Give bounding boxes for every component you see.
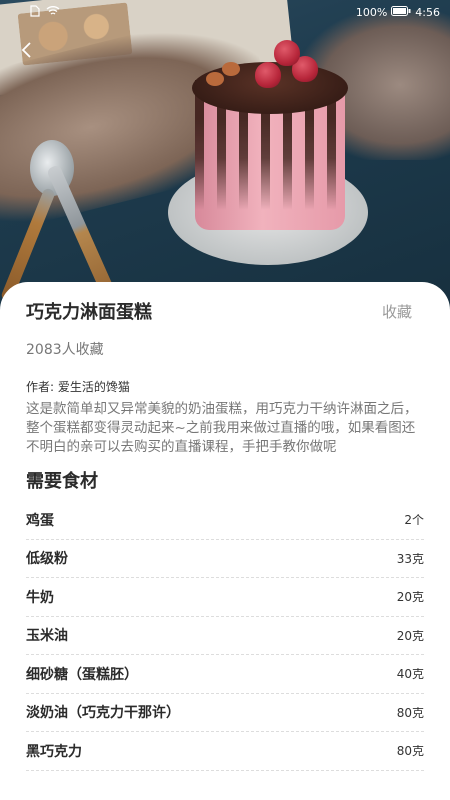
favorite-button[interactable]: 收藏: [382, 301, 412, 322]
ingredient-name: 细砂糖（蛋糕胚）: [26, 666, 138, 683]
battery-icon: [391, 5, 411, 19]
candy-decoration: [274, 40, 300, 66]
candy-decoration: [255, 62, 281, 88]
ingredient-row: 玉米油 20克: [26, 617, 424, 655]
ingredient-amount: 33克: [396, 551, 424, 566]
ingredient-name: 鸡蛋: [26, 512, 54, 529]
ingredient-row: 黑巧克力 80克: [26, 732, 424, 771]
recipe-author: 作者: 爱生活的馋猫: [26, 380, 130, 394]
ingredient-row: 鸡蛋 2个: [26, 501, 424, 540]
sim-card-icon: [30, 4, 40, 20]
back-button[interactable]: [14, 40, 38, 64]
ingredient-name: 淡奶油（巧克力干那许）: [26, 705, 180, 722]
recipe-title: 巧克力淋面蛋糕: [26, 302, 152, 323]
ingredient-name: 牛奶: [26, 589, 54, 606]
hero-image: [0, 0, 450, 310]
nut-decoration: [206, 72, 224, 86]
ingredients-heading: 需要食材: [26, 471, 98, 492]
back-arrow-icon: [20, 41, 32, 63]
recipe-detail-sheet: 巧克力淋面蛋糕 收藏 2083人收藏 作者: 爱生活的馋猫 这是款简单却又异常美…: [0, 282, 450, 800]
ingredient-row: 牛奶 20克: [26, 578, 424, 617]
ingredient-name: 黑巧克力: [26, 743, 82, 760]
ingredient-amount: 20克: [396, 628, 424, 643]
status-bar: 100% 4:56: [0, 0, 450, 24]
favorite-count: 2083人收藏: [26, 342, 104, 358]
ingredient-amount: 80克: [396, 744, 424, 759]
title-row: 巧克力淋面蛋糕 收藏: [26, 282, 424, 342]
battery-percent: 100%: [355, 5, 388, 19]
recipe-description: 这是款简单却又异常美貌的奶油蛋糕，用巧克力干纳许淋面之后，整个蛋糕都变得灵动起来…: [26, 401, 418, 455]
nut-decoration: [222, 62, 240, 76]
status-time: 4:56: [415, 5, 440, 19]
ingredient-list: 鸡蛋 2个 低级粉 33克 牛奶 20克 玉米油 20克 细砂糖（蛋糕胚） 40…: [26, 501, 424, 771]
ingredient-row: 淡奶油（巧克力干那许） 80克: [26, 694, 424, 732]
ingredient-amount: 20克: [396, 590, 424, 605]
ingredient-amount: 40克: [396, 667, 424, 682]
ingredient-row: 低级粉 33克: [26, 540, 424, 578]
ingredient-name: 玉米油: [26, 628, 68, 645]
ingredient-amount: 80克: [396, 705, 424, 720]
ingredient-row: 细砂糖（蛋糕胚） 40克: [26, 655, 424, 694]
ingredient-amount: 2个: [404, 513, 424, 528]
wifi-icon: [46, 5, 60, 19]
ingredient-name: 低级粉: [26, 551, 68, 568]
